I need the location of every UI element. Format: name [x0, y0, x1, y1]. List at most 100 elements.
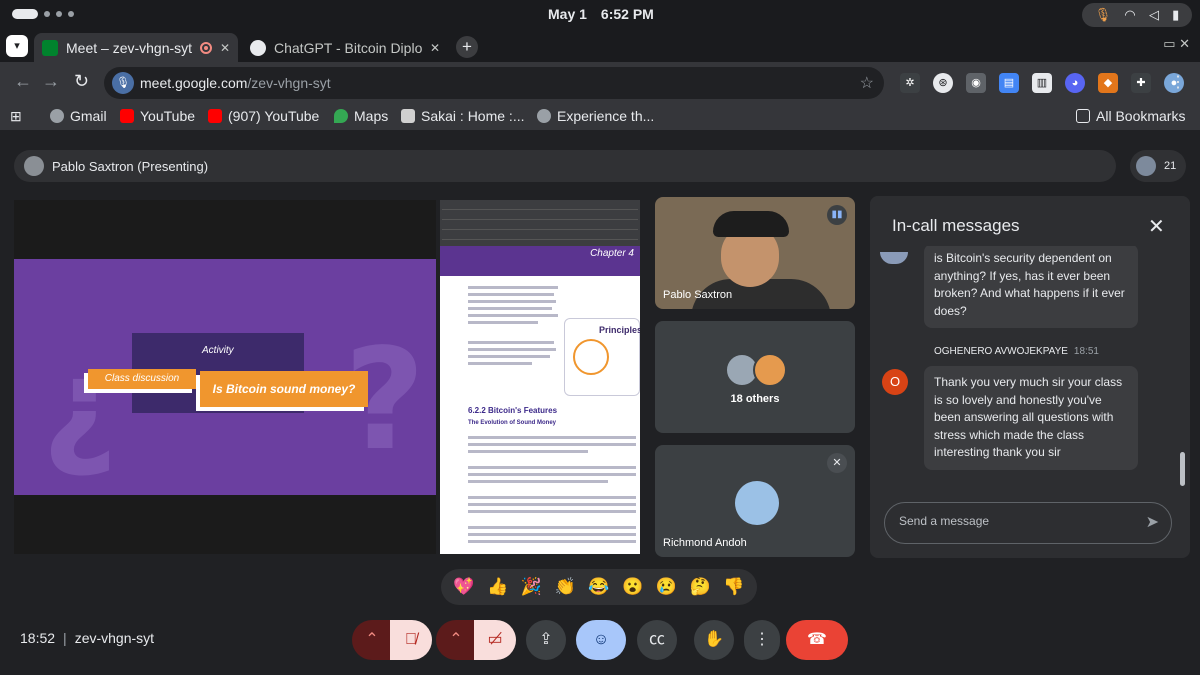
extension-camera-icon[interactable]: ◉	[966, 73, 986, 93]
extension-gear-icon[interactable]: ✲	[900, 73, 920, 93]
site-info-mic-icon[interactable]: 🎙	[112, 72, 134, 94]
participant-tile-others[interactable]: 18 others	[655, 321, 855, 433]
wifi-icon: ◠	[1124, 7, 1136, 22]
tab-chatgpt[interactable]: ChatGPT - Bitcoin Diploma ✕	[242, 33, 448, 62]
reactions-button[interactable]: ☺	[576, 620, 626, 660]
bookmark-gmail[interactable]: Gmail	[50, 108, 107, 124]
captions-button[interactable]: ㏄	[637, 620, 677, 660]
message-input-box[interactable]: ➤	[884, 502, 1172, 544]
reload-icon[interactable]: ↻	[74, 71, 89, 92]
reaction-surprised-icon[interactable]: 😮	[622, 577, 643, 597]
globe-icon	[50, 109, 64, 123]
system-clock[interactable]: May 1 6:52 PM	[548, 6, 668, 22]
bookmark-label: Sakai : Home :...	[421, 108, 525, 124]
bookmark-maps[interactable]: Maps	[334, 108, 388, 124]
new-tab-button[interactable]: +	[456, 36, 478, 58]
more-options-button[interactable]: ⋮	[744, 620, 780, 660]
participant-tile-richmond[interactable]: ✕ Richmond Andoh	[655, 445, 855, 557]
presentation-slide: ¿ ? Activity Class discussion Is Bitcoin…	[14, 259, 436, 495]
close-icon[interactable]: ✕	[1148, 214, 1165, 239]
maps-icon	[334, 109, 348, 123]
leave-call-button[interactable]: ☎	[786, 620, 848, 660]
address-bar[interactable]: 🎙 meet.google.com/zev-vhgn-syt ☆	[104, 67, 884, 99]
extension-chatgpt-icon[interactable]: ⊛	[933, 73, 953, 93]
close-tab-icon[interactable]: ✕	[430, 41, 440, 55]
reaction-sad-icon[interactable]: 😢	[656, 577, 677, 597]
microphone-off-button[interactable]: 🎙̸	[390, 620, 432, 660]
principles-label: Principles	[599, 325, 640, 335]
launcher-pill-icon[interactable]	[12, 9, 38, 19]
chat-title: In-call messages	[892, 216, 1020, 235]
avatar	[735, 481, 779, 525]
forward-arrow-icon[interactable]: →	[42, 71, 60, 92]
reaction-thinking-icon[interactable]: 🤔	[690, 577, 711, 597]
document-body-text	[468, 436, 636, 547]
present-screen-button[interactable]: ⇪	[526, 620, 566, 660]
sound-money-tag: Is Bitcoin sound money?	[200, 371, 368, 407]
reaction-party-icon[interactable]: 🎉	[521, 577, 542, 597]
camera-off-icon: ▭̸	[487, 631, 503, 648]
launcher-shelf[interactable]	[12, 9, 74, 19]
in-call-messages-panel: is Bitcoin's security dependent on anyth…	[870, 196, 1190, 558]
extensions-puzzle-icon[interactable]: ✚	[1131, 73, 1151, 93]
meet-favicon-icon	[42, 39, 58, 56]
bookmark-star-icon[interactable]: ☆	[860, 73, 874, 93]
bookmarks-bar: ⊞ Gmail YouTube (907) YouTube Maps Sakai…	[0, 104, 1200, 130]
camera-off-button[interactable]: ▭̸	[474, 620, 516, 660]
all-bookmarks[interactable]: All Bookmarks	[1076, 108, 1185, 124]
system-tray[interactable]: 🎙 ◠ ◁ ▮	[1082, 3, 1192, 27]
bookmark-youtube-907[interactable]: (907) YouTube	[208, 108, 319, 124]
participant-name: Pablo Saxtron	[663, 289, 733, 301]
chat-scrollbar[interactable]	[1180, 452, 1185, 486]
class-discussion-tag: Class discussion	[88, 369, 196, 389]
back-arrow-icon[interactable]: ←	[14, 71, 32, 92]
window-controls-icon[interactable]: ▭ ✕	[1163, 36, 1190, 52]
shared-document-tile[interactable]: Chapter 4 Principles 6.2.2 Bitcoin's Fea…	[440, 200, 640, 554]
reactions-bar: 💖 👍 🎉 👏 😂 😮 😢 🤔 👎	[441, 569, 757, 605]
meeting-time: 18:52	[20, 630, 56, 646]
bookmark-youtube[interactable]: YouTube	[120, 108, 195, 124]
microphone-icon: 🎙	[1094, 7, 1112, 22]
tab-meet[interactable]: Meet – zev-vhgn-syt ✕	[34, 33, 238, 62]
others-count-label: 18 others	[730, 393, 780, 405]
participants-button[interactable]: 21	[1130, 150, 1186, 182]
browser-menu-icon[interactable]: ⋮	[1170, 72, 1186, 92]
presenting-banner[interactable]: Pablo Saxtron (Presenting)	[14, 150, 1116, 182]
extension-metamask-icon[interactable]: ◆	[1098, 73, 1118, 93]
extension-docs-icon[interactable]: ▤	[999, 73, 1019, 93]
chat-message: is Bitcoin's security dependent on anyth…	[924, 244, 1138, 328]
close-tab-icon[interactable]: ✕	[220, 41, 230, 55]
document-subheading: The Evolution of Sound Money	[468, 420, 556, 426]
extension-discord-icon[interactable]: ◕	[1065, 73, 1085, 93]
tab-strip: ▾ Meet – zev-vhgn-syt ✕ ChatGPT - Bitcoi…	[0, 30, 1200, 62]
bookmark-label: (907) YouTube	[228, 108, 320, 124]
extension-readwise-icon[interactable]: ▥	[1032, 73, 1052, 93]
participant-count: 21	[1164, 160, 1177, 172]
reaction-laugh-icon[interactable]: 😂	[588, 577, 609, 597]
document-heading: 6.2.2 Bitcoin's Features	[468, 406, 558, 415]
url-path: /zev-vhgn-syt	[247, 75, 331, 91]
chatgpt-favicon-icon	[250, 39, 266, 56]
more-vert-icon: ⋮	[754, 631, 770, 648]
question-mark-decoration: ¿	[42, 329, 118, 481]
reaction-heart-icon[interactable]: 💖	[453, 577, 474, 597]
video-options-chevron-icon[interactable]: ⌃	[436, 620, 476, 660]
audio-options-chevron-icon[interactable]: ⌃	[352, 620, 392, 660]
reaction-thumbs-down-icon[interactable]: 👎	[723, 577, 744, 597]
bookmark-experience[interactable]: Experience th...	[537, 108, 654, 124]
meeting-details[interactable]: 18:52 | zev-vhgn-syt	[20, 630, 154, 646]
sakai-icon	[401, 109, 415, 123]
system-status-bar: May 1 6:52 PM 🎙 ◠ ◁ ▮	[0, 0, 1200, 30]
presenting-label: Pablo Saxtron (Presenting)	[52, 159, 209, 174]
message-input[interactable]	[899, 514, 1129, 528]
desk-dot-icon	[44, 11, 50, 17]
tab-search-chevron-icon[interactable]: ▾	[6, 35, 28, 57]
url-text[interactable]: meet.google.com/zev-vhgn-syt	[140, 75, 331, 91]
reaction-thumbs-up-icon[interactable]: 👍	[487, 577, 508, 597]
apps-grid-icon[interactable]: ⊞	[10, 108, 22, 125]
participant-tile-pablo[interactable]: ▮▮ Pablo Saxtron	[655, 197, 855, 309]
send-icon[interactable]: ➤	[1146, 512, 1159, 532]
bookmark-sakai[interactable]: Sakai : Home :...	[401, 108, 524, 124]
reaction-clap-icon[interactable]: 👏	[555, 577, 576, 597]
raise-hand-button[interactable]: ✋	[694, 620, 734, 660]
